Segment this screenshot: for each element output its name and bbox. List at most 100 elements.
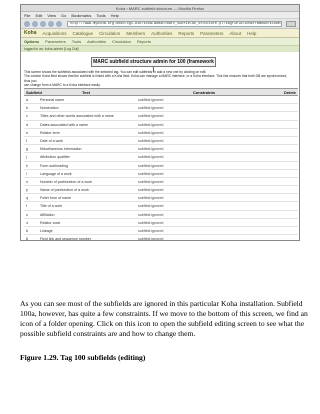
forward-icon[interactable] bbox=[32, 20, 38, 27]
table-row[interactable]: a Personal name subfield ignored bbox=[24, 96, 298, 105]
table-row[interactable]: 4 Relator code subfield ignored bbox=[24, 219, 298, 227]
window-title: Koha › MARC subfield structure — Mozilla… bbox=[21, 5, 299, 12]
go-button[interactable] bbox=[286, 20, 296, 27]
delete-icon[interactable] bbox=[274, 235, 298, 240]
table-header: Subfield Text Constraints Delete bbox=[24, 89, 298, 96]
subnav-reports[interactable]: Reports bbox=[137, 39, 151, 44]
table-row[interactable]: g Miscellaneous information subfield ignor… bbox=[24, 145, 298, 154]
nav-circulation[interactable]: Circulation bbox=[99, 31, 120, 36]
delete-icon[interactable] bbox=[274, 153, 298, 160]
delete-icon[interactable] bbox=[274, 104, 298, 111]
subfield-constraint: subfield ignored bbox=[138, 155, 164, 160]
subfield-text: Linkage bbox=[40, 229, 53, 233]
delete-icon[interactable] bbox=[274, 219, 298, 226]
back-icon[interactable] bbox=[24, 20, 30, 27]
subfield-text: Relator term bbox=[40, 130, 60, 135]
delete-icon[interactable] bbox=[274, 227, 298, 234]
subfield-constraint: subfield ignored bbox=[138, 163, 164, 168]
delete-icon[interactable] bbox=[274, 121, 298, 128]
table-row[interactable]: k Form subheading subfield ignored bbox=[24, 162, 298, 170]
subfield-code: 4 bbox=[26, 220, 28, 225]
table-row[interactable]: q Fuller form of name subfield ignored bbox=[24, 194, 298, 203]
table-row[interactable]: e Relator term subfield ignored bbox=[24, 129, 298, 137]
table-row[interactable]: n Number of part/section of a work subfiel… bbox=[24, 178, 298, 187]
subfield-text: Number of part/section of a work bbox=[40, 179, 92, 184]
subfield-constraint: subfield ignored bbox=[138, 220, 164, 225]
subfield-text: Attribution qualifier bbox=[40, 155, 70, 160]
delete-icon[interactable] bbox=[274, 186, 298, 193]
help-note: can change from a MARC to a Koha interfa… bbox=[24, 82, 101, 87]
subfield-constraint: subfield ignored bbox=[138, 212, 164, 217]
subfield-code: q bbox=[26, 196, 28, 201]
menu-tools[interactable]: Tools bbox=[96, 13, 105, 18]
table-row[interactable]: d Dates associated with a name subfield ig… bbox=[24, 121, 298, 129]
menu-go[interactable]: Go bbox=[61, 13, 66, 18]
browser-toolbar: http://www.mykoha.org:8080/cgi-bin/koha/… bbox=[21, 19, 299, 29]
subfield-text: Relator code bbox=[40, 220, 61, 225]
subfield-code: b bbox=[26, 106, 28, 111]
koha-logo[interactable]: Koha bbox=[24, 30, 37, 36]
table-row[interactable]: u Affiliation subfield ignored bbox=[24, 211, 298, 219]
nav-catalogue[interactable]: Catalogue bbox=[73, 31, 94, 36]
subfield-text: Numeration bbox=[40, 106, 59, 111]
menu-bookmarks[interactable]: Bookmarks bbox=[71, 13, 91, 18]
delete-icon[interactable] bbox=[274, 96, 298, 103]
subnav-parameters[interactable]: Parameters bbox=[45, 39, 66, 44]
subfield-code: f bbox=[26, 138, 27, 143]
menu-file[interactable]: File bbox=[24, 13, 30, 18]
table-row[interactable]: b Numeration subfield ignored bbox=[24, 104, 298, 113]
delete-icon[interactable] bbox=[274, 202, 298, 209]
nav-authorities[interactable]: Authorities bbox=[151, 31, 172, 36]
subnav-circulation[interactable]: Circulation bbox=[112, 39, 131, 44]
nav-about[interactable]: About bbox=[229, 31, 241, 36]
reload-icon[interactable] bbox=[40, 20, 46, 27]
subfield-code: u bbox=[26, 212, 28, 217]
table-row[interactable]: t Title of a work subfield ignored bbox=[24, 202, 298, 211]
delete-icon[interactable] bbox=[274, 112, 298, 119]
subfield-text: Dates associated with a name bbox=[40, 122, 88, 127]
url-input[interactable]: http://www.mykoha.org:8080/cgi-bin/koha/… bbox=[67, 20, 282, 27]
delete-icon[interactable] bbox=[274, 162, 298, 169]
stop-icon[interactable] bbox=[48, 20, 54, 27]
table-row[interactable]: 6 Linkage subfield ignored bbox=[24, 227, 298, 236]
table-row[interactable]: f Date of a work subfield ignored bbox=[24, 137, 298, 146]
nav-parameters[interactable]: Parameters bbox=[200, 31, 223, 36]
table-row[interactable]: j Attribution qualifier subfield ignored bbox=[24, 153, 298, 162]
menu-help[interactable]: Help bbox=[111, 13, 119, 18]
nav-members[interactable]: Members bbox=[126, 31, 145, 36]
subfield-text: Language of a work bbox=[40, 171, 72, 176]
delete-icon[interactable] bbox=[274, 211, 298, 218]
nav-help[interactable]: Help bbox=[247, 31, 256, 36]
subfield-constraint: subfield ignored bbox=[138, 138, 164, 143]
menu-view[interactable]: View bbox=[47, 13, 56, 18]
nav-reports[interactable]: Reports bbox=[178, 31, 194, 36]
subfield-text: Title of a work bbox=[40, 204, 63, 209]
subnav-tools[interactable]: Tools bbox=[72, 39, 81, 44]
delete-icon[interactable] bbox=[274, 145, 298, 152]
page-title: MARC subfield structure admin for 100 (f… bbox=[91, 57, 216, 73]
menu-edit[interactable]: Edit bbox=[35, 13, 42, 18]
help-note: The column Koha field shows that the sub… bbox=[24, 74, 288, 83]
delete-icon[interactable] bbox=[274, 178, 298, 185]
delete-icon[interactable] bbox=[274, 137, 298, 144]
table-row[interactable]: l Language of a work subfield ignored bbox=[24, 170, 298, 178]
table-row[interactable]: c Titles and other words associated with … bbox=[24, 112, 298, 121]
table-row[interactable]: p Name of part/section of a work subfield … bbox=[24, 186, 298, 195]
table-row[interactable]: 8 Field link and sequence number subfield … bbox=[24, 235, 298, 240]
delete-icon[interactable] bbox=[274, 194, 298, 201]
subfield-text: Personal name bbox=[40, 98, 65, 102]
subfield-code: a bbox=[26, 98, 28, 102]
subfield-text: Date of a work bbox=[40, 138, 64, 143]
home-icon[interactable] bbox=[56, 20, 62, 27]
subfield-code: l bbox=[26, 171, 27, 176]
col-constraints: Constraints bbox=[192, 90, 216, 95]
delete-icon[interactable] bbox=[274, 170, 298, 177]
delete-icon[interactable] bbox=[274, 129, 298, 136]
help-notes: This screen shows the subfields associat… bbox=[24, 70, 294, 87]
subfield-constraint: subfield ignored bbox=[138, 179, 164, 184]
subnav-options[interactable]: Options bbox=[24, 39, 39, 44]
nav-acquisitions[interactable]: Acquisitions bbox=[43, 31, 67, 36]
figure-label: Figure 1.29. Tag 100 subfields (editing) bbox=[20, 353, 146, 362]
subnav-authorities[interactable]: Authorities bbox=[87, 39, 106, 44]
subfield-code: e bbox=[26, 130, 28, 135]
